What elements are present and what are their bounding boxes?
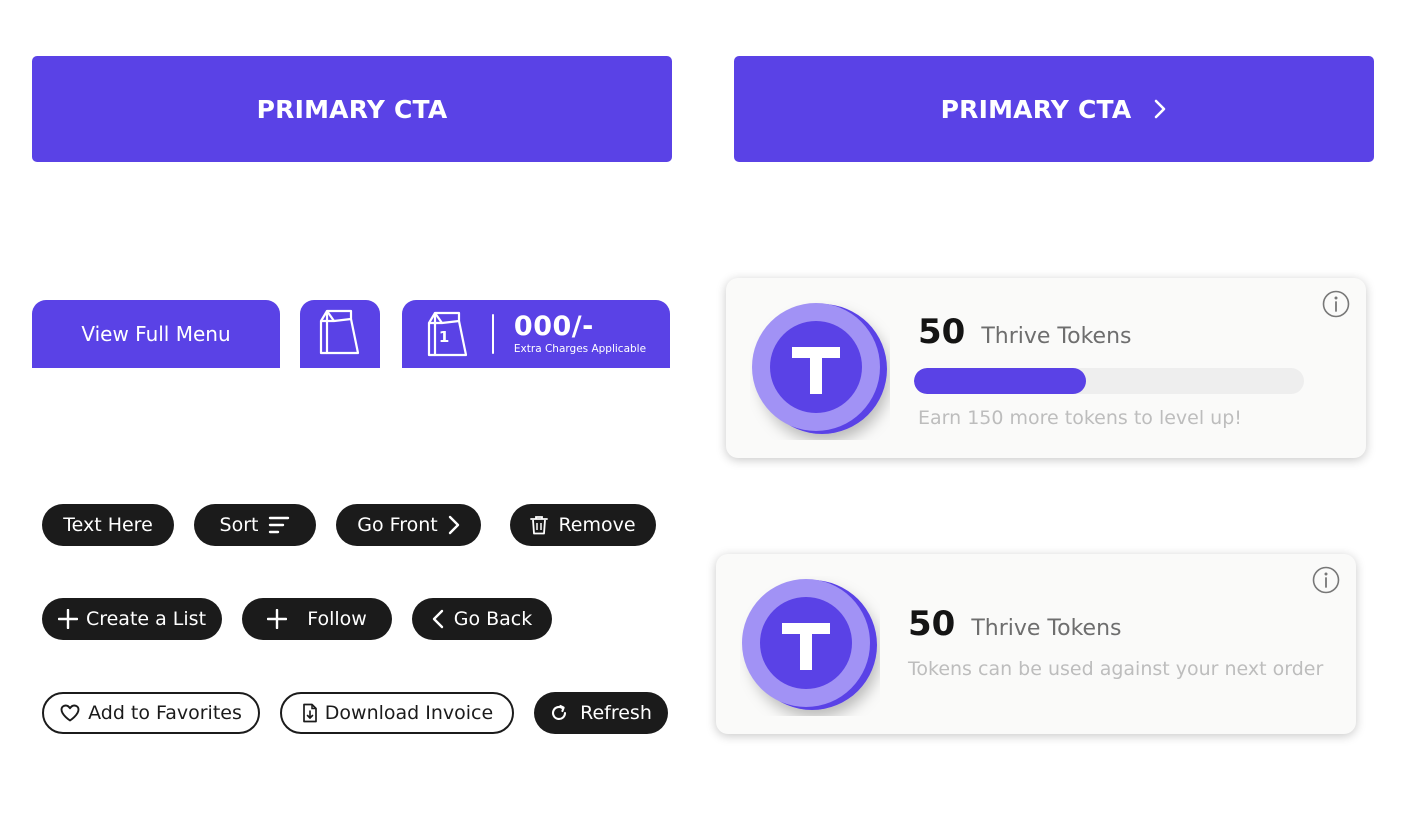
heart-icon (60, 704, 80, 722)
remove-label: Remove (558, 514, 636, 536)
bag-count: 1 (438, 328, 450, 346)
text-here-button[interactable]: Text Here (42, 504, 174, 546)
token-coin-icon: T (750, 300, 890, 440)
download-invoice-label: Download Invoice (324, 702, 494, 724)
follow-label: Follow (307, 608, 367, 630)
sort-label: Sort (219, 514, 259, 536)
token-count: 50 (918, 312, 966, 352)
info-icon[interactable] (1321, 289, 1351, 319)
go-back-label: Go Back (453, 608, 533, 630)
view-full-menu-button[interactable]: View Full Menu (32, 300, 280, 368)
text-here-label: Text Here (63, 514, 153, 536)
primary-cta-label: PRIMARY CTA (256, 94, 448, 124)
add-to-favorites-label: Add to Favorites (88, 702, 242, 724)
primary-cta-arrow-button[interactable]: PRIMARY CTA (734, 56, 1374, 162)
go-front-button[interactable]: Go Front (336, 504, 481, 546)
plus-icon (267, 609, 288, 629)
token-label: Thrive Tokens (981, 324, 1132, 349)
download-file-icon (301, 703, 319, 723)
divider (491, 314, 494, 354)
sort-icon (268, 515, 290, 535)
token-hint: Earn 150 more tokens to level up! (918, 407, 1242, 429)
bag-button[interactable] (300, 300, 380, 368)
primary-cta-button[interactable]: PRIMARY CTA (32, 56, 672, 162)
order-price: 000/- (513, 311, 594, 343)
create-list-button[interactable]: Create a List (42, 598, 222, 640)
shopping-bag-count-icon: 1 (426, 309, 470, 359)
token-coin-icon: T (740, 576, 880, 716)
sort-button[interactable]: Sort (194, 504, 316, 546)
create-list-label: Create a List (85, 608, 207, 630)
trash-icon (530, 515, 549, 535)
go-back-button[interactable]: Go Back (412, 598, 552, 640)
extra-charges-note: Extra Charges Applicable (513, 343, 647, 356)
token-progress-fill (914, 368, 1086, 394)
token-count: 50 (908, 604, 956, 644)
refresh-label: Refresh (580, 702, 652, 724)
token-label: Thrive Tokens (971, 616, 1122, 641)
plus-icon (57, 609, 78, 629)
remove-button[interactable]: Remove (510, 504, 656, 546)
chevron-right-icon (1153, 98, 1167, 120)
chevron-right-icon (448, 515, 460, 535)
add-to-favorites-button[interactable]: Add to Favorites (42, 692, 260, 734)
go-front-label: Go Front (357, 514, 438, 536)
download-invoice-button[interactable]: Download Invoice (280, 692, 514, 734)
follow-button[interactable]: Follow (242, 598, 392, 640)
refresh-icon (550, 704, 568, 722)
token-card-progress: T 50 Thrive Tokens Earn 150 more tokens … (726, 278, 1366, 458)
token-card-info: T 50 Thrive Tokens Tokens can be used ag… (716, 554, 1356, 734)
refresh-button[interactable]: Refresh (534, 692, 668, 734)
info-icon[interactable] (1311, 565, 1341, 595)
chevron-left-icon (432, 609, 444, 629)
order-summary-button[interactable]: 1 000/- Extra Charges Applicable (402, 300, 670, 368)
primary-cta-arrow-label: PRIMARY CTA (940, 94, 1132, 124)
view-full-menu-label: View Full Menu (81, 322, 231, 346)
shopping-bag-icon (318, 307, 362, 361)
token-hint: Tokens can be used against your next ord… (908, 658, 1324, 680)
token-progress-bar (914, 368, 1304, 394)
